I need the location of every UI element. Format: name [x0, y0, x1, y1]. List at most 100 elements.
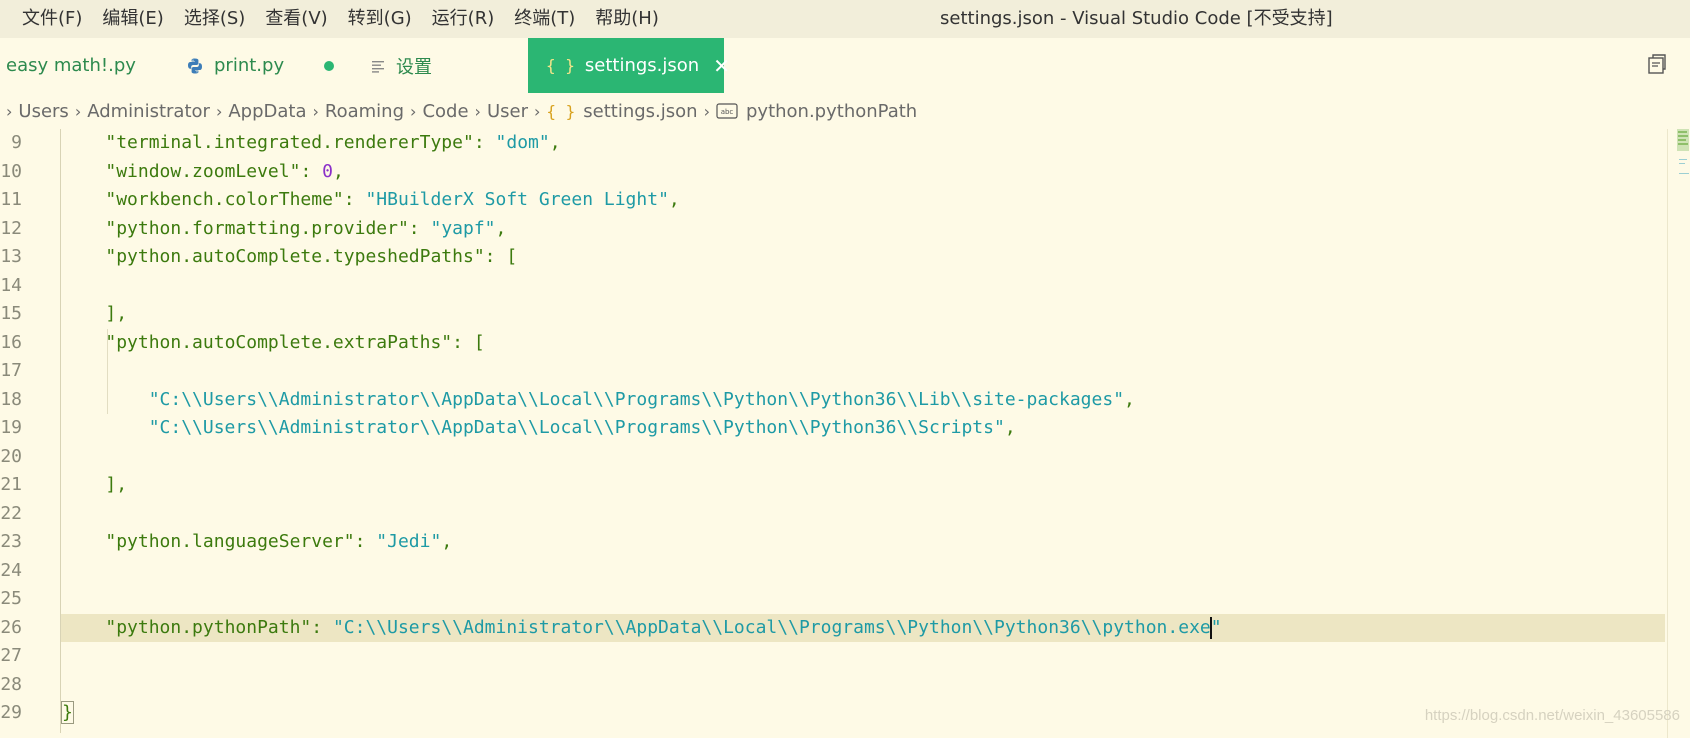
breadcrumb-label: settings.json: [583, 100, 698, 122]
line-number: 26: [0, 616, 22, 638]
breadcrumb: › Users › Administrator › AppData › Roam…: [0, 93, 1690, 129]
window-title: settings.json - Visual Studio Code [不受支持…: [940, 8, 1333, 29]
line-number: 13: [0, 246, 22, 267]
menu-view[interactable]: 查看(V): [255, 0, 337, 38]
tab-label: print.py: [214, 55, 285, 76]
tab-label: settings.json: [584, 55, 700, 76]
breadcrumb-roaming[interactable]: Roaming: [325, 101, 404, 122]
code-line: 27: [0, 642, 1690, 671]
json-string: "dom": [495, 132, 550, 153]
tab-label: 设置: [396, 56, 432, 78]
chevron-right-icon: ›: [312, 101, 319, 121]
line-content: "python.pythonPath": "C:\\Users\\Adminis…: [105, 616, 1222, 639]
menu-edit[interactable]: 编辑(E): [92, 0, 173, 38]
code-line: 22: [0, 500, 1690, 529]
json-string: "HBuilderX Soft Green Light": [365, 189, 669, 210]
json-bracket: [: [473, 331, 485, 353]
code-line: 10 "window.zoomLevel": 0,: [0, 158, 1690, 187]
scrollbar-track[interactable]: [1667, 129, 1668, 738]
tab-print-py[interactable]: print.py: [186, 38, 335, 93]
json-bracket: ],: [105, 474, 128, 495]
code-line: 15 ],: [0, 300, 1690, 329]
menu-go[interactable]: 转到(G): [338, 0, 422, 38]
line-content: "python.autoComplete.extraPaths": [: [105, 331, 485, 353]
line-content: "window.zoomLevel": 0,: [105, 160, 344, 182]
code-editor[interactable]: 9 "terminal.integrated.rendererType": "d…: [0, 129, 1690, 738]
line-content: "python.languageServer": "Jedi",: [105, 531, 453, 552]
code-line: 25: [0, 585, 1690, 614]
python-icon: [186, 57, 204, 75]
line-number: 9: [11, 132, 22, 153]
lines-icon: [370, 58, 386, 74]
watermark: https://blog.csdn.net/weixin_43605586: [1424, 707, 1680, 724]
line-number: 22: [0, 502, 22, 524]
code-line: 20: [0, 443, 1690, 472]
breadcrumb-python-path[interactable]: abc python.pythonPath: [716, 101, 917, 122]
line-content: "C:\\Users\\Administrator\\AppData\\Loca…: [148, 417, 1016, 438]
line-content: }: [61, 699, 74, 728]
line-content: "workbench.colorTheme": "HBuilderX Soft …: [105, 189, 680, 210]
title-bar: 文件(F) 编辑(E) 选择(S) 查看(V) 转到(G) 运行(R) 终端(T…: [0, 0, 1690, 38]
close-icon[interactable]: ✕: [713, 54, 730, 78]
chevron-right-icon: ›: [703, 101, 710, 121]
tab-easy-math[interactable]: easy math!.py: [6, 38, 136, 93]
json-key: "python.formatting.provider": [105, 217, 409, 239]
code-line: 28: [0, 671, 1690, 700]
menu-selection[interactable]: 选择(S): [174, 0, 255, 38]
menu-terminal[interactable]: 终端(T): [504, 0, 585, 38]
line-content: "python.formatting.provider": "yapf",: [105, 217, 507, 239]
json-key: "python.pythonPath": [105, 616, 312, 638]
code-line: 23 "python.languageServer": "Jedi",: [0, 528, 1690, 557]
line-number: 24: [0, 559, 22, 581]
breadcrumb-label: python.pythonPath: [746, 100, 918, 122]
json-bracket: ],: [105, 303, 128, 324]
line-number: 23: [0, 531, 22, 552]
line-number: 29: [0, 702, 22, 723]
tab-label: easy math!.py: [6, 55, 136, 76]
breadcrumb-user[interactable]: User: [487, 101, 528, 122]
chevron-right-icon: ›: [474, 101, 481, 121]
menu-run[interactable]: 运行(R): [422, 0, 505, 38]
line-number: 14: [0, 274, 22, 296]
json-key: "python.autoComplete.typeshedPaths": [105, 246, 485, 267]
code-line: 18 "C:\\Users\\Administrator\\AppData\\L…: [0, 386, 1690, 415]
code-line-active: 26 "python.pythonPath": "C:\\Users\\Admi…: [0, 614, 1690, 643]
line-number: 21: [0, 474, 22, 495]
line-number: 15: [0, 303, 22, 324]
json-brace: }: [61, 701, 74, 724]
minimap[interactable]: [1676, 129, 1690, 189]
chevron-right-icon: ›: [533, 101, 541, 121]
menu-help[interactable]: 帮助(H): [585, 0, 669, 38]
code-line: 13 "python.autoComplete.typeshedPaths": …: [0, 243, 1690, 272]
breadcrumb-users[interactable]: Users: [18, 101, 68, 122]
json-string: "C:\\Users\\Administrator\\AppData\\Loca…: [148, 388, 1125, 410]
line-content: "terminal.integrated.rendererType": "dom…: [105, 132, 561, 153]
breadcrumb-settings-json[interactable]: { } settings.json: [546, 101, 697, 122]
breadcrumb-code[interactable]: Code: [422, 101, 468, 122]
breadcrumb-appdata[interactable]: AppData: [228, 101, 306, 122]
code-line: 17: [0, 357, 1690, 386]
json-string: "C:\\Users\\Administrator\\AppData\\Loca…: [332, 616, 1211, 638]
chevron-right-icon: ›: [215, 101, 223, 121]
line-number: 16: [0, 331, 22, 353]
unsaved-dot-icon[interactable]: [324, 60, 335, 71]
chevron-right-icon: ›: [410, 101, 417, 121]
chevron-right-icon: ›: [6, 101, 13, 121]
line-number: 20: [0, 445, 22, 467]
json-string: ": [1210, 616, 1222, 638]
line-number: 28: [0, 673, 22, 695]
json-string: "Jedi": [376, 531, 442, 552]
json-braces-icon: { }: [546, 56, 575, 75]
tab-settings-ui[interactable]: 设置: [370, 38, 432, 93]
tab-settings-json[interactable]: { } settings.json ✕: [528, 38, 730, 93]
json-string: "C:\\Users\\Administrator\\AppData\\Loca…: [148, 417, 1005, 438]
code-line: 11 "workbench.colorTheme": "HBuilderX So…: [0, 186, 1690, 215]
menu-file[interactable]: 文件(F): [12, 0, 92, 38]
split-editor-icon[interactable]: [1646, 53, 1668, 79]
json-key: "workbench.colorTheme": [105, 189, 344, 210]
json-bracket: [: [506, 246, 518, 267]
line-number: 10: [0, 160, 22, 182]
json-key: "python.languageServer": [105, 531, 355, 552]
line-number: 17: [0, 360, 22, 381]
breadcrumb-administrator[interactable]: Administrator: [87, 101, 210, 122]
